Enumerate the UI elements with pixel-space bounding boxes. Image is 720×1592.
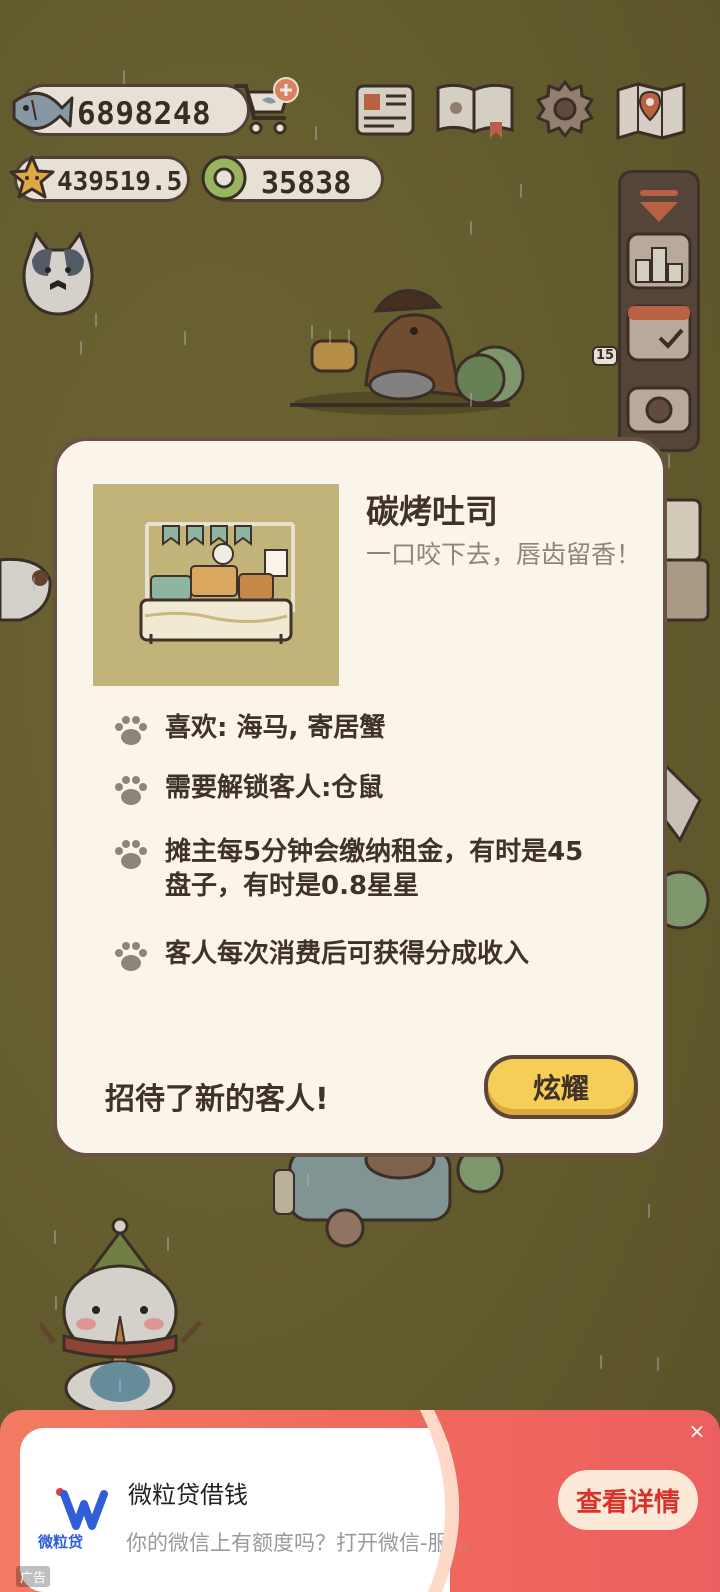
ad-brand-label: 微粒贷 [38, 1533, 84, 1551]
stall-info-modal: 碳烤吐司 一口咬下去，唇齿留香！ 喜欢: 海马, 寄居蟹 需要解锁客人:仓鼠 摊… [53, 437, 667, 1157]
info-text: 需要解锁客人:仓鼠 [165, 773, 384, 803]
stall-description: 一口咬下去，唇齿留香！ [366, 540, 642, 569]
paw-icon [115, 840, 147, 869]
ad-subtitle: 你的微信上有额度吗？打开微信-服… [126, 1531, 470, 1555]
info-text: 客人每次消费后可获得分成收入 [165, 939, 530, 969]
ad-tag: 广告 [16, 1566, 51, 1587]
ad-view-details-button[interactable]: 查看详情 [558, 1470, 698, 1530]
ad-banner[interactable]: 微粒贷 微粒贷借钱 你的微信上有额度吗？打开微信-服… 查看详情 × 广告 [0, 1410, 720, 1592]
stall-illustration [93, 484, 339, 686]
ad-divider [420, 1410, 460, 1592]
show-off-button[interactable]: 炫耀 [484, 1055, 638, 1119]
info-text: 喜欢: 海马, 寄居蟹 [165, 713, 386, 743]
ad-close-icon[interactable]: × [688, 1421, 706, 1441]
ad-card: 微粒贷 微粒贷借钱 你的微信上有额度吗？打开微信-服… [20, 1428, 470, 1592]
ad-title: 微粒贷借钱 [128, 1481, 248, 1509]
paw-icon [115, 776, 147, 805]
paw-icon [115, 942, 147, 971]
paw-icon [115, 716, 147, 745]
new-customer-text: 招待了新的客人! [105, 1082, 329, 1117]
weilidai-logo-icon [56, 1488, 108, 1530]
stall-title: 碳烤吐司 [366, 492, 498, 531]
info-text: 摊主每5分钟会缴纳租金，有时是45盘子，有时是0.8星星 [165, 837, 584, 901]
